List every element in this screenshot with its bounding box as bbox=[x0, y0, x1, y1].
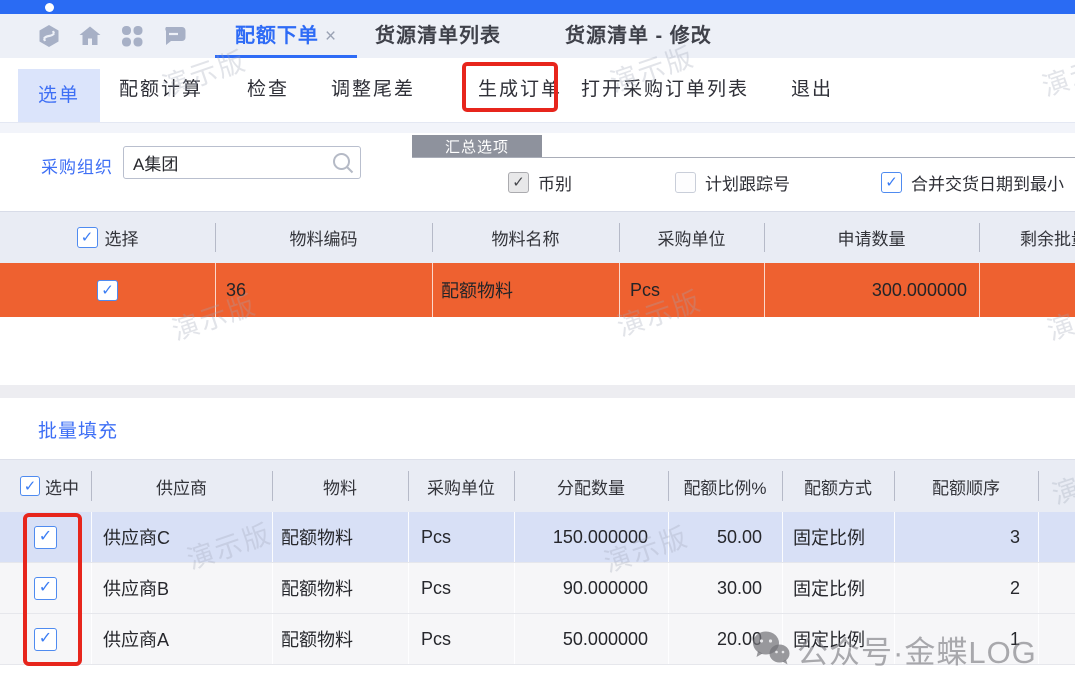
tab-close-icon[interactable]: × bbox=[325, 26, 337, 47]
material-name-cell[interactable]: 配额物料 bbox=[432, 263, 619, 317]
tab-quota-order-label: 配额下单 bbox=[235, 25, 319, 47]
material-cell[interactable]: 配额物料 bbox=[272, 512, 408, 562]
header-select: ✓ 选择 bbox=[0, 212, 215, 263]
header-quota-method: 配额方式 bbox=[782, 460, 894, 512]
allocation-row-1[interactable]: ✓ 供应商C 配额物料 Pcs 150.000000 50.00 固定比例 3 bbox=[0, 512, 1075, 563]
unit-cell[interactable]: Pcs bbox=[619, 263, 764, 317]
material-cell[interactable]: 配额物料 bbox=[272, 614, 408, 664]
message-icon[interactable] bbox=[162, 24, 186, 48]
quota-order-cell[interactable]: 2 bbox=[894, 563, 1038, 613]
apps-grid-icon[interactable] bbox=[120, 24, 144, 48]
allocation-table: ✓ 选中 供应商 物料 采购单位 分配数量 配额比例% 配额方式 配额顺序 ✓ … bbox=[0, 459, 1075, 665]
batch-fill-link[interactable]: 批量填充 bbox=[38, 416, 118, 443]
header-supplier: 供应商 bbox=[91, 460, 272, 512]
alloc-qty-cell[interactable]: 90.000000 bbox=[514, 563, 668, 613]
allocation-table-header: ✓ 选中 供应商 物料 采购单位 分配数量 配额比例% 配额方式 配额顺序 bbox=[0, 459, 1075, 512]
header-extra bbox=[1038, 460, 1075, 512]
header-checked: ✓ 选中 bbox=[0, 460, 91, 512]
quota-order-cell[interactable]: 3 bbox=[894, 512, 1038, 562]
menu-item-quota-calc[interactable]: 配额计算 bbox=[119, 58, 203, 122]
currency-checkbox[interactable]: ✓ bbox=[508, 172, 529, 193]
option-merge-delivery-date: ✓ 合并交货日期到最小 bbox=[881, 171, 1064, 193]
header-quota-order: 配额顺序 bbox=[894, 460, 1038, 512]
red-annotation-row-checkboxes bbox=[23, 513, 82, 666]
header-alloc-qty: 分配数量 bbox=[514, 460, 668, 512]
header-remaining-qty: 剩余批量 bbox=[979, 212, 1075, 263]
request-qty-cell[interactable]: 300.000000 bbox=[764, 263, 979, 317]
header-quota-ratio: 配额比例% bbox=[668, 460, 782, 512]
select-all-checkbox[interactable]: ✓ bbox=[77, 227, 98, 248]
check-all-checkbox[interactable]: ✓ bbox=[20, 476, 40, 496]
unit-cell[interactable]: Pcs bbox=[408, 563, 514, 613]
quota-ratio-cell[interactable]: 50.00 bbox=[668, 512, 782, 562]
section-divider bbox=[0, 385, 1075, 398]
header-unit: 采购单位 bbox=[408, 460, 514, 512]
currency-label: 币别 bbox=[538, 170, 572, 195]
search-icon[interactable] bbox=[331, 151, 355, 175]
group-box-line bbox=[412, 157, 1075, 158]
header-material-code: 物料编码 bbox=[215, 212, 432, 263]
extra-cell[interactable] bbox=[1038, 512, 1075, 562]
plan-tracking-checkbox[interactable] bbox=[675, 172, 696, 193]
header-purchase-unit: 采购单位 bbox=[619, 212, 764, 263]
menu-item-check[interactable]: 检查 bbox=[247, 58, 289, 122]
option-currency: ✓ 币别 bbox=[508, 171, 572, 193]
tab-strip: 配额下单 × 货源清单列表 货源清单 - 修改 bbox=[0, 14, 1075, 58]
quota-ratio-cell[interactable]: 20.00 bbox=[668, 614, 782, 664]
supplier-cell[interactable]: 供应商C bbox=[91, 512, 272, 562]
quota-ratio-cell[interactable]: 30.00 bbox=[668, 563, 782, 613]
menu-item-exit[interactable]: 退出 bbox=[791, 58, 833, 122]
material-cell[interactable]: 配额物料 bbox=[272, 563, 408, 613]
header-material: 物料 bbox=[272, 460, 408, 512]
menu-item-select-order[interactable]: 选单 bbox=[18, 69, 100, 122]
allocation-row-2[interactable]: ✓ 供应商B 配额物料 Pcs 90.000000 30.00 固定比例 2 bbox=[0, 563, 1075, 614]
tab-source-edit[interactable]: 货源清单 - 修改 bbox=[565, 14, 712, 58]
purchase-org-label: 采购组织 bbox=[41, 153, 113, 178]
row-checkbox[interactable]: ✓ bbox=[97, 280, 118, 301]
supplier-cell[interactable]: 供应商A bbox=[91, 614, 272, 664]
extra-cell[interactable] bbox=[1038, 563, 1075, 613]
quota-method-cell[interactable]: 固定比例 bbox=[782, 614, 894, 664]
tab-source-list[interactable]: 货源清单列表 bbox=[375, 14, 501, 58]
summary-options-tab: 汇总选项 bbox=[412, 135, 542, 158]
purchase-org-input[interactable] bbox=[123, 146, 361, 179]
unit-cell[interactable]: Pcs bbox=[408, 614, 514, 664]
alloc-qty-cell[interactable]: 150.000000 bbox=[514, 512, 668, 562]
menu-item-open-po-list[interactable]: 打开采购订单列表 bbox=[581, 58, 749, 122]
requisition-table: ✓ 选择 物料编码 物料名称 采购单位 申请数量 剩余批量 ✓ 36 配额物料 … bbox=[0, 211, 1075, 317]
unit-cell[interactable]: Pcs bbox=[408, 512, 514, 562]
requisition-table-header: ✓ 选择 物料编码 物料名称 采购单位 申请数量 剩余批量 bbox=[0, 211, 1075, 263]
alloc-qty-cell[interactable]: 50.000000 bbox=[514, 614, 668, 664]
home-icon[interactable] bbox=[78, 24, 102, 48]
quota-order-cell[interactable]: 1 bbox=[894, 614, 1038, 664]
title-bar bbox=[0, 0, 1075, 14]
header-request-qty: 申请数量 bbox=[764, 212, 979, 263]
app-logo-icon[interactable] bbox=[37, 24, 61, 48]
quota-method-cell[interactable]: 固定比例 bbox=[782, 563, 894, 613]
tab-quota-order[interactable]: 配额下单 × bbox=[215, 14, 357, 58]
requisition-row-selected[interactable]: ✓ 36 配额物料 Pcs 300.000000 bbox=[0, 263, 1075, 317]
toolbar-divider bbox=[0, 123, 1075, 133]
merge-delivery-checkbox[interactable]: ✓ bbox=[881, 172, 902, 193]
remaining-qty-cell[interactable] bbox=[979, 263, 1075, 317]
red-annotation-generate-order bbox=[462, 62, 558, 112]
plan-tracking-label: 计划跟踪号 bbox=[705, 170, 790, 195]
menu-item-adjust-tail[interactable]: 调整尾差 bbox=[331, 58, 415, 122]
option-plan-tracking: 计划跟踪号 bbox=[675, 171, 790, 193]
window-dot bbox=[45, 3, 54, 12]
header-material-name: 物料名称 bbox=[432, 212, 619, 263]
app-window: 配额下单× 货源清单列表 货源清单 - 修改 选单 配额计算 检查 调整尾差 生… bbox=[0, 0, 1075, 690]
merge-delivery-label: 合并交货日期到最小 bbox=[911, 170, 1064, 195]
row-select-cell: ✓ bbox=[0, 263, 215, 317]
allocation-row-3[interactable]: ✓ 供应商A 配额物料 Pcs 50.000000 20.00 固定比例 1 bbox=[0, 614, 1075, 665]
extra-cell[interactable] bbox=[1038, 614, 1075, 664]
supplier-cell[interactable]: 供应商B bbox=[91, 563, 272, 613]
material-code-cell[interactable]: 36 bbox=[215, 263, 432, 317]
quota-method-cell[interactable]: 固定比例 bbox=[782, 512, 894, 562]
